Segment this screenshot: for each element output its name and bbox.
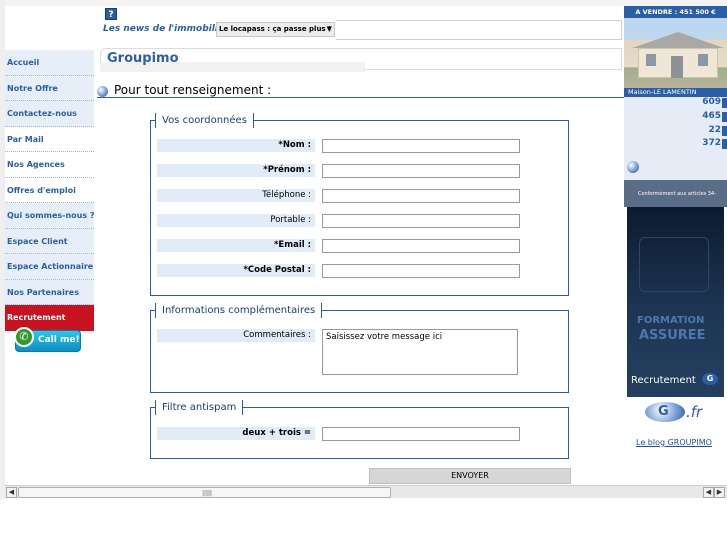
globe-icon (97, 86, 108, 97)
antispam-question: deux + trois = (157, 427, 315, 440)
price-marker (722, 98, 727, 108)
scrollbar-grip: ||||||||| (202, 490, 212, 497)
antispam-legend: Filtre antispam (155, 400, 244, 415)
top-frame (0, 0, 727, 6)
sidebar-nav: Accueil Notre Offre Contactez-nous Par M… (5, 50, 95, 331)
price-item[interactable]: 22 (708, 125, 721, 135)
photo-roof (632, 32, 724, 48)
price-item[interactable]: 609 (702, 97, 721, 107)
property-photo[interactable] (624, 18, 727, 88)
portable-input[interactable] (322, 214, 520, 228)
header-box (336, 20, 622, 40)
banner-line-2: ASSUREE (639, 328, 706, 343)
coordinates-fieldset: Vos coordonnées *Nom : *Prénom : Télépho… (150, 113, 569, 296)
portable-label: Portable : (157, 214, 315, 227)
price-marker (722, 126, 727, 136)
comment-textarea[interactable]: Saisissez votre message ici (322, 329, 518, 375)
telephone-label: Téléphone : (157, 189, 315, 202)
info-fieldset: Informations complémentaires Commentaire… (150, 303, 569, 393)
banner-decoration (639, 237, 709, 292)
logo-suffix: .fr (686, 403, 703, 421)
nav-item-offres-emploi[interactable]: Offres d'emploi (5, 177, 94, 203)
help-icon[interactable]: ? (105, 8, 117, 20)
photo-door (671, 56, 683, 78)
nav-item-espace-client[interactable]: Espace Client (5, 228, 94, 254)
phone-icon: ✆ (14, 327, 34, 347)
chevron-down-icon: ▼ (326, 25, 332, 33)
photo-window (646, 54, 656, 66)
antispam-input[interactable] (322, 427, 520, 441)
property-caption[interactable]: Maison-LE LAMENTIN (624, 88, 727, 97)
blog-link[interactable]: Le blog GROUPIMO (636, 438, 712, 447)
price-item[interactable]: 465 (702, 111, 721, 121)
nav-item-notre-offre[interactable]: Notre Offre (5, 75, 94, 101)
photo-window (698, 54, 708, 66)
send-button[interactable]: ENVOYER (369, 468, 571, 484)
nav-item-accueil[interactable]: Accueil (5, 50, 94, 76)
scroll-left-button[interactable]: ◀ (6, 487, 17, 498)
info-legend: Informations complémentaires (155, 303, 323, 318)
sale-heading[interactable]: A VENDRE : 451 500 € (624, 6, 727, 18)
code-postal-label: *Code Postal : (157, 264, 315, 277)
page: ? Les news de l'immobilier : Le locapass… (0, 0, 727, 545)
nom-label: *Nom : (157, 139, 315, 152)
call-me-button[interactable]: ✆ Call me! (14, 327, 81, 352)
legal-notice: Conformément aux articles 34- (638, 191, 716, 197)
telephone-input[interactable] (322, 189, 520, 203)
news-select-value: Le locapass : ça passe plus ! (219, 25, 332, 33)
prenom-input[interactable] (322, 164, 520, 178)
news-select[interactable]: Le locapass : ça passe plus ! ▼ (216, 22, 335, 37)
scrollbar-thumb[interactable]: ||||||||| (18, 487, 391, 498)
nom-input[interactable] (322, 139, 520, 153)
horizontal-scrollbar[interactable]: ◀ ||||||||| ◀ ▶ (5, 485, 727, 498)
nav-item-nos-agences[interactable]: Nos Agences (5, 152, 94, 178)
scroll-left-button-2[interactable]: ◀ (703, 487, 714, 498)
globe-icon[interactable] (627, 161, 639, 173)
section-title: Pour tout renseignement : (114, 83, 272, 97)
recruitment-banner[interactable]: FORMATION ASSUREE Recrutement G (627, 207, 724, 397)
banner-line-1: FORMATION (637, 315, 705, 326)
email-label: *Email : (157, 239, 315, 252)
logo-letter: G (658, 404, 669, 419)
banner-line-3: Recrutement (631, 375, 696, 386)
email-input[interactable] (322, 239, 520, 253)
comment-label: Commentaires : (157, 329, 315, 342)
price-marker (722, 112, 727, 122)
nav-item-espace-actionnaire[interactable]: Espace Actionnaire (5, 254, 94, 280)
price-marker (722, 139, 727, 149)
prenom-label: *Prénom : (157, 164, 315, 177)
coordinates-legend: Vos coordonnées (155, 113, 254, 128)
scroll-right-button[interactable]: ▶ (714, 487, 725, 498)
banner-logo-icon: G (702, 373, 718, 385)
nav-item-nos-partenaires[interactable]: Nos Partenaires (5, 279, 94, 305)
antispam-fieldset: Filtre antispam deux + trois = (150, 400, 569, 459)
code-postal-input[interactable] (322, 264, 520, 278)
nav-item-contactez-nous[interactable]: Contactez-nous (5, 101, 94, 127)
call-me-label: Call me! (38, 335, 80, 345)
nav-item-qui-sommes-nous[interactable]: Qui sommes-nous ? (5, 203, 95, 229)
nav-item-recrutement[interactable]: Recrutement (5, 305, 94, 331)
price-item[interactable]: 372 (702, 138, 721, 148)
nav-item-par-mail[interactable]: Par Mail (5, 126, 94, 152)
brand-title: Groupimo (107, 51, 179, 66)
